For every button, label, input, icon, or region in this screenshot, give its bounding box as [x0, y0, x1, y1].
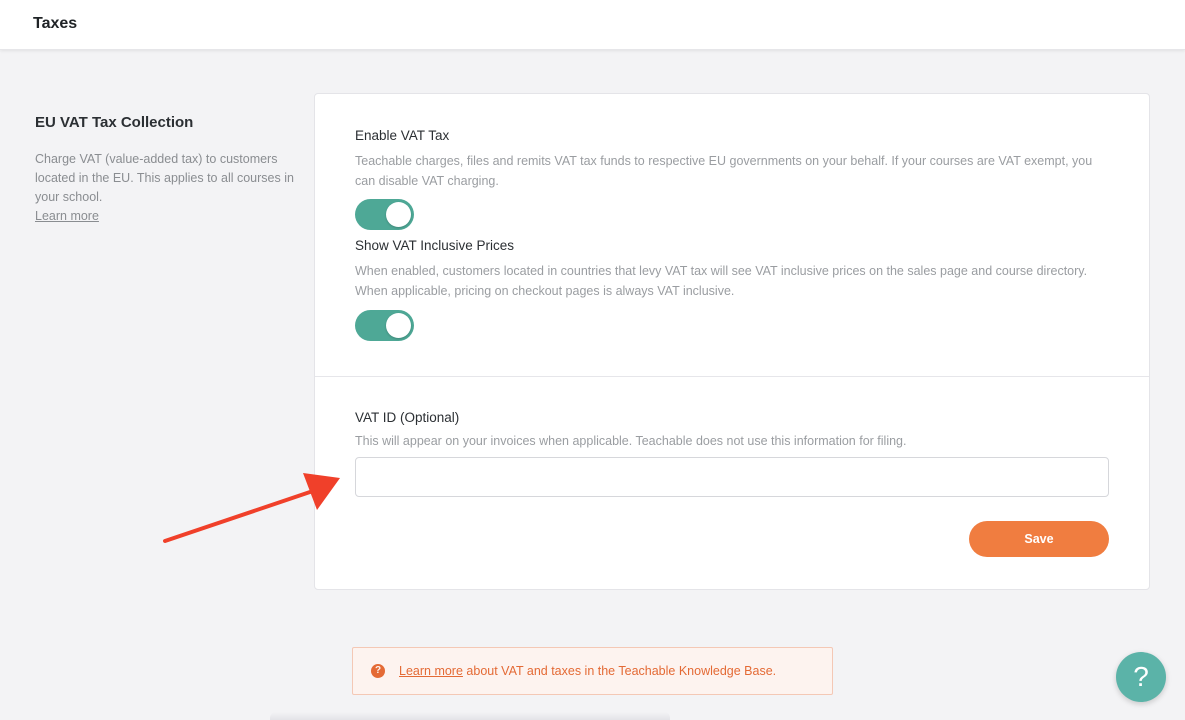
- section-divider: [315, 376, 1149, 377]
- vat-settings-card: Enable VAT Tax Teachable charges, files …: [314, 93, 1150, 590]
- section-heading: EU VAT Tax Collection: [35, 114, 194, 131]
- learn-more-link[interactable]: Learn more: [35, 209, 99, 223]
- vat-id-label: VAT ID (Optional): [355, 410, 460, 425]
- inclusive-prices-label: Show VAT Inclusive Prices: [355, 238, 515, 253]
- question-circle-icon: ?: [371, 664, 385, 678]
- inclusive-prices-toggle[interactable]: [355, 310, 414, 341]
- toggle-knob: [386, 313, 411, 338]
- save-button[interactable]: Save: [969, 521, 1109, 557]
- enable-vat-help: Teachable charges, files and remits VAT …: [355, 154, 1093, 188]
- top-bar: Taxes: [0, 0, 1185, 50]
- kb-learn-more-link[interactable]: Learn more: [399, 664, 463, 678]
- toggle-knob: [386, 202, 411, 227]
- inclusive-prices-help: When enabled, customers located in count…: [355, 264, 1088, 298]
- annotation-arrow-icon: [163, 473, 340, 543]
- page-title: Taxes: [33, 15, 78, 32]
- vat-toggles-section: Enable VAT Tax Teachable charges, files …: [355, 128, 1115, 341]
- enable-vat-label: Enable VAT Tax: [355, 128, 450, 143]
- knowledge-base-banner: ? Learn more about VAT and taxes in the …: [352, 647, 833, 695]
- vat-id-input[interactable]: [355, 457, 1109, 497]
- bottom-edge-shadow: [270, 712, 670, 720]
- vat-id-help: This will appear on your invoices when a…: [355, 434, 907, 448]
- help-icon[interactable]: ?: [1116, 652, 1166, 702]
- kb-banner-text: Learn more about VAT and taxes in the Te…: [399, 664, 776, 678]
- sidebar-description: EU VAT Tax Collection Charge VAT (value-…: [35, 114, 305, 225]
- kb-banner-message: about VAT and taxes in the Teachable Kno…: [462, 664, 777, 678]
- section-description: Charge VAT (value-added tax) to customer…: [35, 152, 294, 204]
- enable-vat-toggle[interactable]: [355, 199, 414, 230]
- vat-id-section: VAT ID (Optional) This will appear on yo…: [355, 410, 1110, 497]
